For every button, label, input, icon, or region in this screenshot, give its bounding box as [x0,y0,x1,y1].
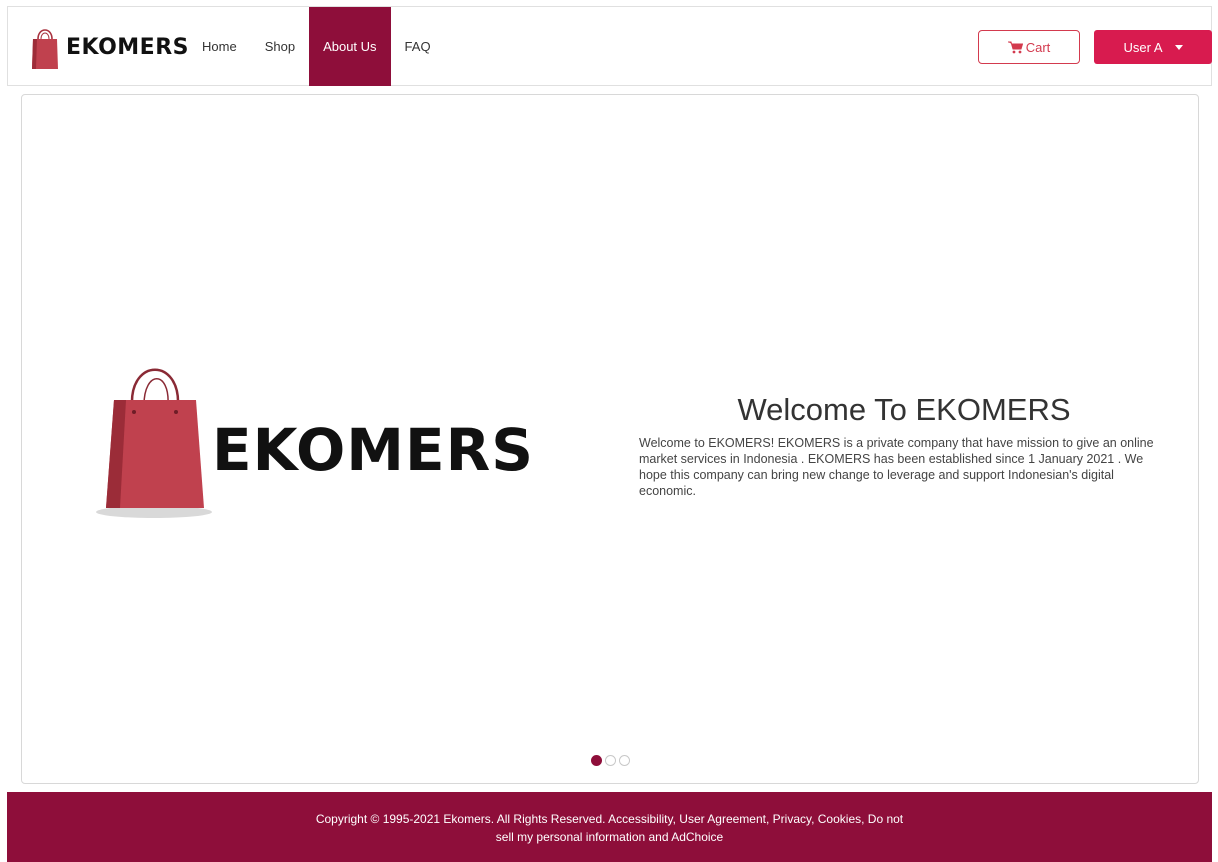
carousel-indicators [591,755,630,766]
footer: Copyright © 1995-2021 Ekomers. All Right… [7,792,1212,862]
hero-logo-text: EKOMERS [212,416,535,484]
shopping-bag-icon [32,29,58,69]
user-label: User A [1123,39,1163,55]
nav-shop[interactable]: Shop [251,7,309,86]
carousel-dot-1[interactable] [591,755,602,766]
nav-about-us[interactable]: About Us [309,7,391,86]
welcome-title: Welcome To EKOMERS [737,392,1071,427]
shopping-bag-icon [96,368,212,518]
user-menu-button[interactable]: User A [1094,30,1212,64]
cart-label: Cart [1025,39,1051,55]
nav-faq[interactable]: FAQ [391,7,445,86]
hero-logo: EKOMERS [92,360,542,520]
caret-down-icon [1174,44,1183,50]
welcome-text: Welcome to EKOMERS! EKOMERS is a private… [639,436,1154,498]
navbar: EKOMERS Home Shop About Us FAQ Cart User… [7,6,1212,86]
carousel-dot-2[interactable] [605,755,616,766]
footer-text: Copyright © 1995-2021 Ekomers. All Right… [315,812,904,844]
cart-button[interactable]: Cart [978,30,1080,64]
carousel-dot-3[interactable] [619,755,630,766]
hero-carousel: EKOMERS Welcome To EKOMERS Welcome to EK… [21,94,1199,784]
main-nav: Home Shop About Us FAQ [188,7,445,86]
brand-name: EKOMERS [66,34,189,60]
nav-home[interactable]: Home [188,7,251,86]
brand-logo[interactable]: EKOMERS [30,19,189,75]
cart-icon [1007,41,1023,53]
